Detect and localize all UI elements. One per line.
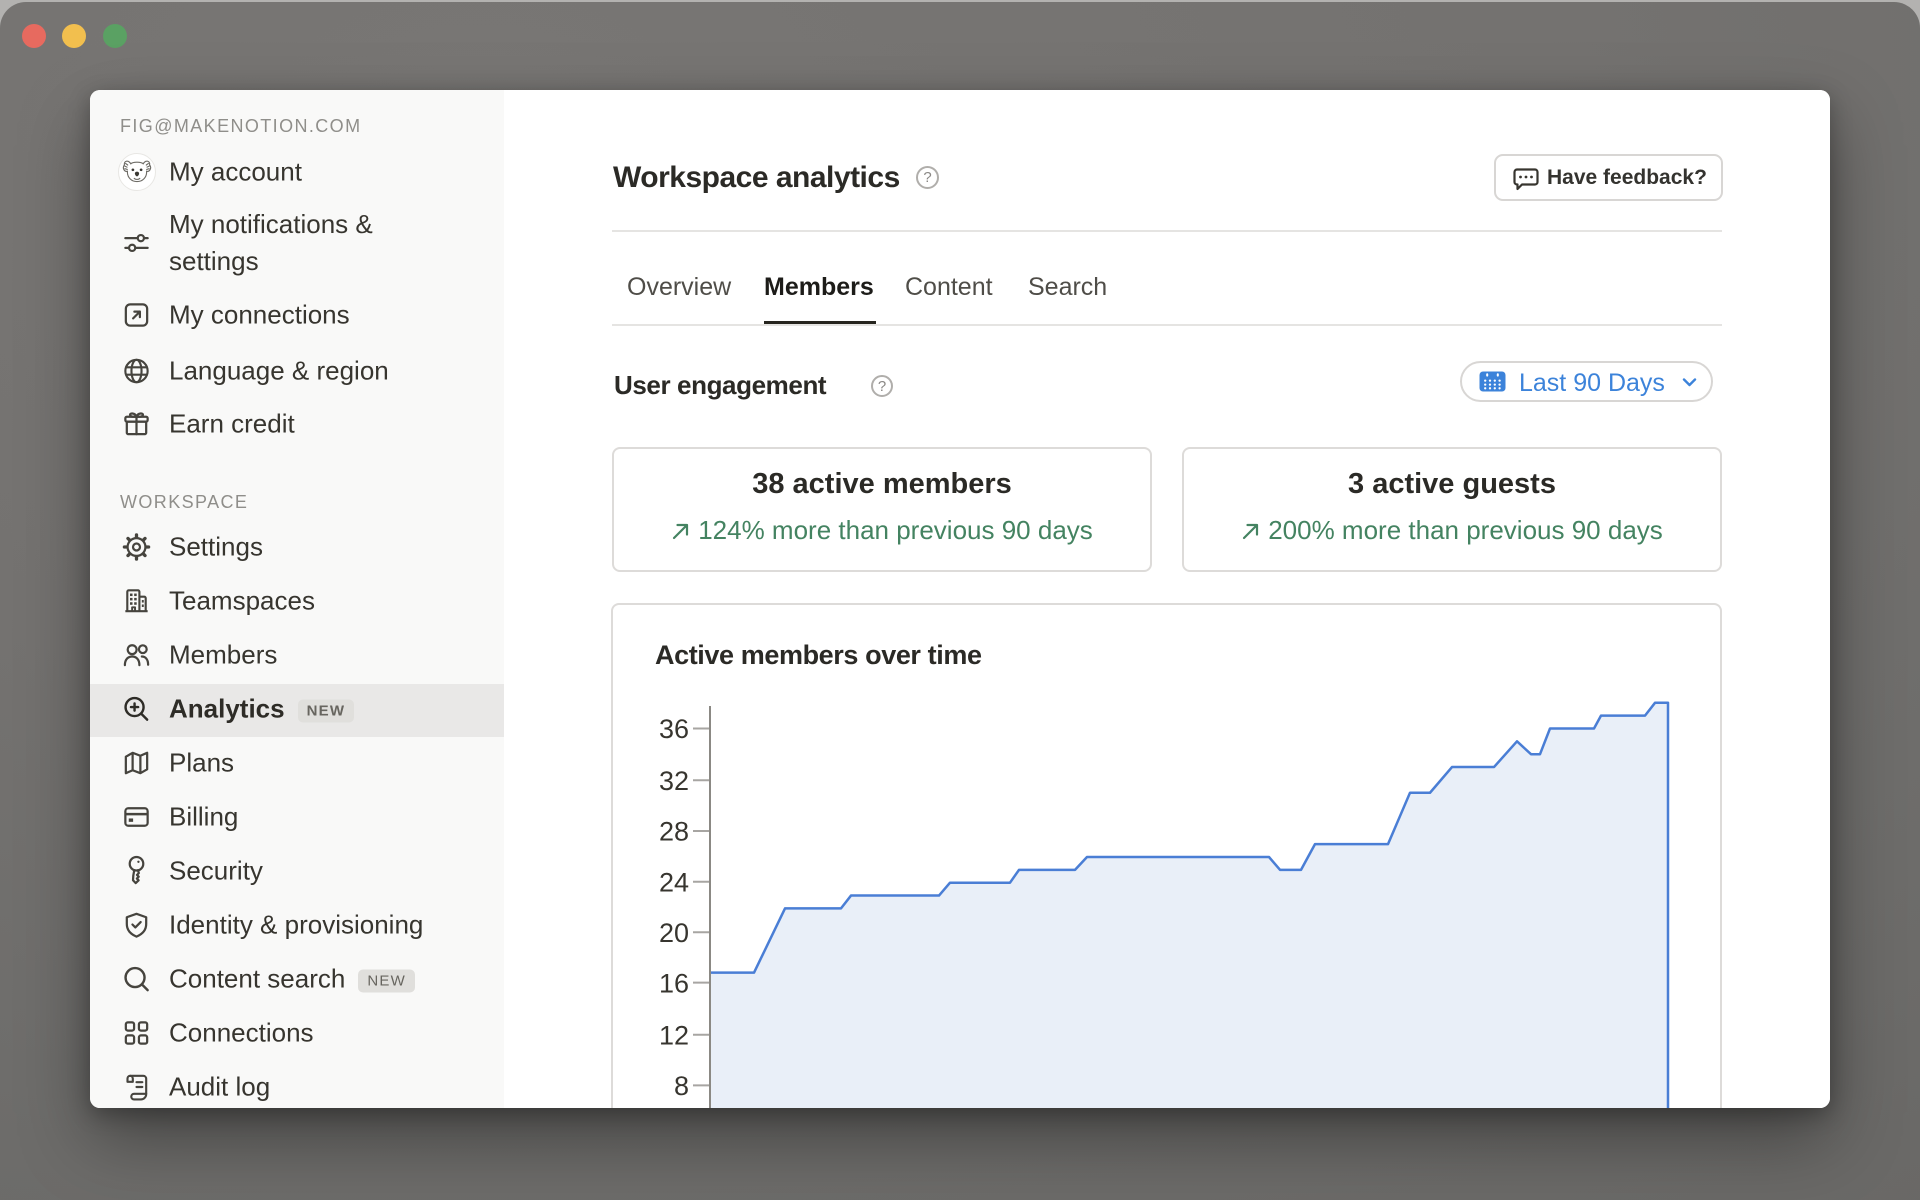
- svg-text:8: 8: [674, 1071, 689, 1101]
- svg-text:12: 12: [659, 1020, 689, 1050]
- svg-text:20: 20: [659, 918, 689, 948]
- svg-text:28: 28: [659, 817, 689, 847]
- svg-text:36: 36: [659, 714, 689, 744]
- svg-text:32: 32: [659, 766, 689, 796]
- svg-text:16: 16: [659, 968, 689, 998]
- svg-text:24: 24: [659, 868, 689, 898]
